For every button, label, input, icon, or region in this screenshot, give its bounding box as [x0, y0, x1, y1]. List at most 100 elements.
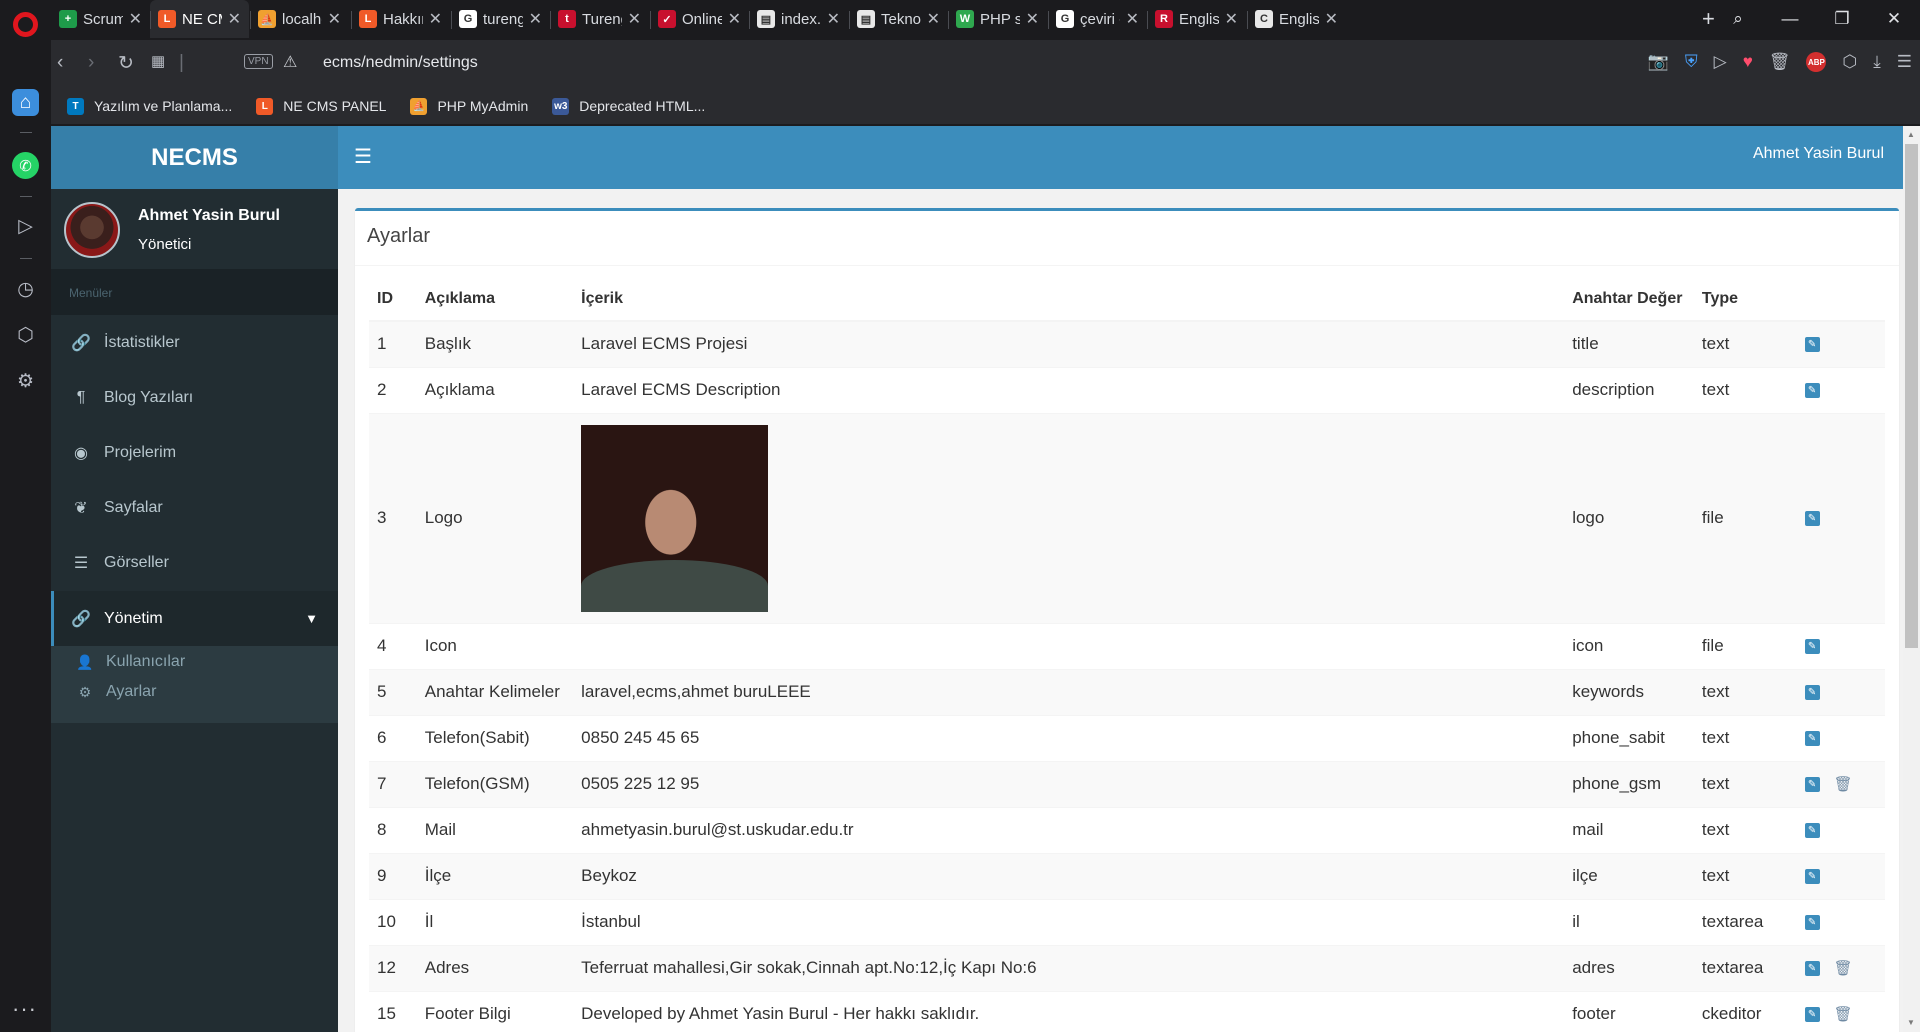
tab-close-icon[interactable]: ✕	[628, 9, 641, 29]
adblock-icon[interactable]: ABP	[1806, 52, 1827, 72]
address-bar: ‹ › ↻ ▦ | VPN ⚠ ecms/nedmin/settings 📷 ⛨…	[51, 40, 1920, 88]
edit-icon[interactable]: ✎	[1804, 638, 1820, 654]
bookmark-item[interactable]: L NE CMS PANEL	[256, 97, 386, 115]
close-window-button[interactable]: ✕	[1868, 9, 1920, 29]
page-scrollbar[interactable]: ▲ ▼	[1903, 126, 1920, 1032]
cell-type: text	[1693, 806, 1797, 853]
heart-icon[interactable]: ♥	[1743, 52, 1753, 72]
delete-icon[interactable]: 🗑	[1834, 959, 1853, 977]
cube-icon[interactable]: ⬡	[1842, 52, 1857, 72]
whatsapp-icon[interactable]: ✆	[12, 152, 39, 179]
browser-tab[interactable]: L Hakkım ✕	[351, 0, 450, 38]
shield-icon[interactable]: ⛨	[1685, 52, 1698, 72]
insecure-warning-icon[interactable]: ⚠	[283, 52, 297, 72]
bookmark-item[interactable]: T Yazılım ve Planlama...	[67, 97, 232, 115]
tab-close-icon[interactable]: ✕	[1026, 9, 1039, 29]
extensions-cube-icon[interactable]: ⬡	[12, 322, 39, 349]
tab-close-icon[interactable]: ✕	[228, 9, 241, 29]
browser-tab[interactable]: Gçeviri - (✕	[1048, 0, 1147, 38]
browser-tab[interactable]: ✓ Online ✕	[650, 0, 749, 38]
home-icon[interactable]: ⌂	[12, 89, 39, 116]
vpn-badge[interactable]: VPN	[244, 54, 273, 69]
browser-tab[interactable]: Gtureng ✕	[451, 0, 550, 38]
sidebar-item[interactable]: ☰ Görseller	[51, 535, 338, 590]
tab-close-icon[interactable]: ✕	[927, 9, 940, 29]
browser-tab[interactable]: t Tureng ✕	[550, 0, 649, 38]
sidebar-item[interactable]: 🔗 İstatistikler	[51, 315, 338, 370]
bookmark-item[interactable]: w3 Deprecated HTML...	[552, 97, 706, 115]
player-icon[interactable]: ▷	[12, 213, 39, 240]
edit-icon[interactable]: ✎	[1804, 914, 1820, 930]
edit-icon[interactable]: ✎	[1804, 776, 1820, 792]
forward-button[interactable]: ›	[88, 52, 94, 74]
sidebar-item[interactable]: ❦ Sayfalar	[51, 480, 338, 535]
tab-close-icon[interactable]: ✕	[429, 9, 442, 29]
edit-icon[interactable]: ✎	[1804, 336, 1820, 352]
back-button[interactable]: ‹	[57, 52, 63, 74]
gear-icon: ⚙	[78, 683, 92, 700]
tab-close-icon[interactable]: ✕	[129, 9, 142, 29]
edit-icon[interactable]: ✎	[1804, 868, 1820, 884]
url-field[interactable]: ecms/nedmin/settings	[323, 54, 478, 72]
scrollbar-thumb[interactable]	[1905, 144, 1918, 648]
restore-button[interactable]: ❐	[1816, 9, 1868, 29]
row-actions: ✎	[1804, 684, 1877, 700]
trash-icon[interactable]: 🗑	[1769, 52, 1791, 72]
logo-image	[581, 424, 769, 612]
edit-icon[interactable]: ✎	[1804, 684, 1820, 700]
speed-dial-icon[interactable]: ▦	[151, 52, 165, 70]
browser-tab[interactable]: ⛵ localhos ✕	[250, 0, 349, 38]
browser-tab[interactable]: C English ✕	[1247, 0, 1346, 38]
flow-send-icon[interactable]: ▷	[1714, 52, 1727, 72]
submenu-item-label: Ayarlar	[106, 683, 157, 700]
bookmark-item[interactable]: ⛵ PHP MyAdmin	[410, 97, 529, 115]
edit-icon[interactable]: ✎	[1804, 382, 1820, 398]
submenu-item[interactable]: ⚙ Ayarlar	[76, 683, 157, 701]
browser-tab[interactable]: R English- ✕	[1147, 0, 1246, 38]
browser-tab[interactable]: L NE CMS ✕	[150, 0, 249, 38]
more-dots-icon[interactable]: ···	[12, 996, 37, 1022]
tab-close-icon[interactable]: ✕	[1126, 9, 1139, 29]
delete-icon[interactable]: 🗑	[1834, 775, 1853, 793]
tab-close-icon[interactable]: ✕	[529, 9, 542, 29]
opera-sidebar: ⌂ ✆ ▷ ◷ ⬡ ⚙ ···	[0, 0, 51, 1032]
navbar-user[interactable]: Ahmet Yasin Burul	[1753, 145, 1884, 163]
minimize-button[interactable]: —	[1764, 9, 1816, 29]
tab-close-icon[interactable]: ✕	[328, 9, 341, 29]
snapshot-icon[interactable]: 📷	[1648, 52, 1669, 72]
scroll-down-icon[interactable]: ▼	[1907, 1018, 1915, 1027]
brand-logo[interactable]: NECMS	[51, 126, 338, 189]
sidebar-item[interactable]: ◉ Projelerim	[51, 425, 338, 480]
bookmark-label: PHP MyAdmin	[437, 98, 529, 114]
tab-close-icon[interactable]: ✕	[1225, 9, 1238, 29]
bookmark-favicon-icon: ⛵	[410, 97, 428, 115]
edit-icon[interactable]: ✎	[1804, 960, 1820, 976]
sidebar-item[interactable]: 🔗 Yönetim ▼	[51, 591, 338, 646]
search-tabs-icon[interactable]: ⌕	[1712, 9, 1764, 29]
reload-button[interactable]: ↻	[118, 52, 134, 75]
tab-close-icon[interactable]: ✕	[1325, 9, 1338, 29]
browser-tab[interactable]: + ScrumPl ✕	[51, 0, 150, 38]
scroll-up-icon[interactable]: ▲	[1907, 130, 1915, 139]
hamburger-menu-icon[interactable]: ☰	[354, 144, 372, 169]
edit-icon[interactable]: ✎	[1804, 510, 1820, 526]
edit-icon[interactable]: ✎	[1804, 822, 1820, 838]
history-icon[interactable]: ◷	[12, 276, 39, 303]
tab-title: Tureng	[582, 10, 622, 28]
sidebar-item[interactable]: ¶ Blog Yazıları	[51, 370, 338, 425]
edit-icon[interactable]: ✎	[1804, 1006, 1820, 1022]
delete-icon[interactable]: 🗑	[1834, 1005, 1853, 1023]
submenu-item[interactable]: 👤 Kullanıcılar	[76, 653, 185, 671]
tab-close-icon[interactable]: ✕	[728, 9, 741, 29]
tab-close-icon[interactable]: ✕	[827, 9, 840, 29]
browser-tab[interactable]: ▤ index.bl ✕	[749, 0, 848, 38]
browser-tab[interactable]: ▤ Teknoloj ✕	[849, 0, 948, 38]
opera-logo-icon[interactable]	[13, 12, 38, 37]
bookmark-label: Deprecated HTML...	[579, 98, 706, 114]
edit-icon[interactable]: ✎	[1804, 730, 1820, 746]
easy-setup-icon[interactable]: ☰	[1897, 52, 1912, 72]
cell-key: phone_sabit	[1564, 714, 1694, 761]
settings-gear-icon[interactable]: ⚙	[12, 368, 39, 395]
download-icon[interactable]: ⤓	[1873, 52, 1881, 72]
browser-tab[interactable]: W PHP sub ✕	[948, 0, 1047, 38]
